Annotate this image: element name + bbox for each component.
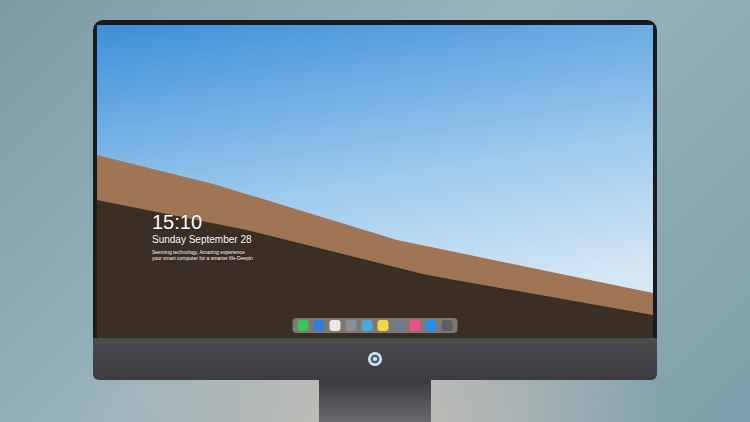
clock-date: Sunday September 28: [152, 233, 253, 246]
tagline: Seeming technology, Amazing experienceyo…: [152, 249, 253, 261]
dock-app-icon[interactable]: [362, 320, 373, 331]
dock-app-icon[interactable]: [394, 320, 405, 331]
lock-screen[interactable]: 15:10Sunday September 28 Seeming technolo…: [97, 25, 653, 338]
dock-app-icon[interactable]: [314, 320, 325, 331]
tagline-line: your smart computer for a smarter life-D…: [152, 255, 253, 261]
wallpaper-photo: [97, 25, 653, 338]
clock-time: 15:10: [152, 211, 253, 233]
dock: [293, 318, 458, 333]
dock-app-icon[interactable]: [442, 320, 453, 331]
monitor-stand: [319, 380, 431, 422]
dock-app-icon[interactable]: [426, 320, 437, 331]
dock-app-icon[interactable]: [330, 320, 341, 331]
brand-logo-icon: [367, 351, 383, 367]
dock-app-icon[interactable]: [378, 320, 389, 331]
clock-widget: 15:10Sunday September 28 Seeming technolo…: [152, 211, 253, 261]
dock-app-icon[interactable]: [298, 320, 309, 331]
monitor: 15:10Sunday September 28 Seeming technolo…: [93, 20, 657, 422]
tagline-line: Seeming technology, Amazing experience: [152, 249, 253, 255]
dock-app-icon[interactable]: [346, 320, 357, 331]
dock-app-icon[interactable]: [410, 320, 421, 331]
monitor-bezel: 15:10Sunday September 28 Seeming technolo…: [93, 20, 657, 338]
mockup-background: 15:10Sunday September 28 Seeming technolo…: [0, 0, 750, 422]
monitor-chin: [93, 338, 657, 380]
